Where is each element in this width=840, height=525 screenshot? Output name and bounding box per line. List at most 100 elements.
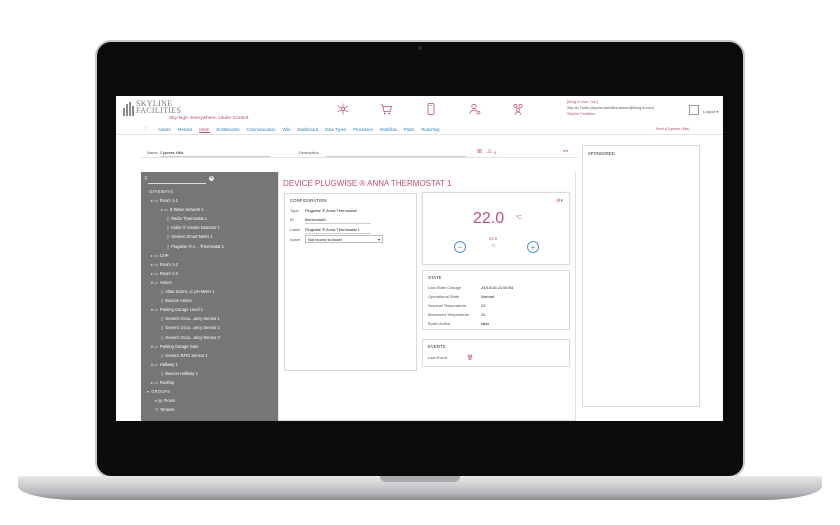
label-input[interactable]: Plugwise ® Anna Thermostat 1 <box>305 227 360 232</box>
tree-node[interactable]: ▯ Radio Thermostat 1 <box>141 214 278 223</box>
tree-node-label: Atrium <box>159 279 172 285</box>
tree-node-label: Beacon Hallway 1 <box>165 370 198 376</box>
nav-item-assets[interactable]: Assets <box>158 127 171 133</box>
device-title: DEVICE PLUGWISE ® ANNA THERMOSTAT 1 <box>283 179 452 188</box>
increase-temperature-button[interactable]: + <box>527 241 539 253</box>
type-label: Type <box>290 208 299 213</box>
main-nav: ◌ Assets Meshes Mesh Entitlements Communicat… <box>116 124 723 135</box>
logo-icon <box>123 102 135 116</box>
nav-item-data-types[interactable]: Data Types <box>325 127 346 133</box>
tree-node[interactable]: ▸ ▭ Room 1-1 <box>141 196 278 205</box>
nav-item-processes[interactable]: Processes <box>353 127 373 133</box>
tree-node[interactable]: ▯ Generic Occu...ancy Sensor 3 <box>141 333 278 342</box>
next-mesh-link[interactable]: Next (Cypress Hills) <box>656 127 690 131</box>
tree-node[interactable]: ▸ ▭ CHP <box>141 251 278 260</box>
tree-node[interactable]: ▸ ▭ Room 1-3 <box>141 269 278 278</box>
tree-node[interactable]: ▯ Plugwise ® A... Thermostat 1 <box>141 242 278 251</box>
logo[interactable]: SKYLINE FACILITIES <box>136 100 181 115</box>
tree-node[interactable]: ▾ ▭ Atrium <box>141 278 278 287</box>
avatar[interactable] <box>689 105 699 115</box>
tree-node[interactable]: ▾ ▭ Hallway 1 <box>141 360 278 369</box>
state-label: Boiler Active <box>428 321 451 326</box>
tree-node-label: Rooftop <box>159 379 175 385</box>
alert-count: 6 <box>494 150 497 155</box>
network-icon[interactable] <box>336 102 350 116</box>
state-box: STATE Last State Change 24/10/16 21:54:54… <box>422 270 570 330</box>
logout-button[interactable]: Logout ▾ <box>703 109 718 114</box>
nav-item-meshes[interactable]: Meshes <box>178 127 193 133</box>
tree-node[interactable]: ▯ Beacon Atrium <box>141 296 278 305</box>
configuration-box: CONFIGURATION Type Plugwise ® Anna Therm… <box>284 193 417 371</box>
tree-node-label: Radio Thermostat 1 <box>171 216 208 222</box>
tree-node[interactable]: ▸ ▤ Floors <box>141 396 278 405</box>
tree-node-label: Generic RFID Sensor 1 <box>165 352 208 358</box>
gear-icon[interactable]: ⚙▾ <box>556 198 563 204</box>
nav-item-communication[interactable]: Communication <box>247 127 276 133</box>
alert-icon[interactable]: ⚠ <box>487 148 492 155</box>
users-icon[interactable] <box>511 102 525 116</box>
sponsored-panel: SPONSORED <box>582 145 700 407</box>
nav-item-dashboard[interactable]: Dashboard <box>298 127 319 133</box>
tree-node-icon: ▯ <box>167 234 170 240</box>
mesh-tree-sidebar: ⊽ + GATEWAYS ▸ ▭ Room 1-1 ▸ ▭ Z-Wave Network… <box>141 172 278 421</box>
events-title: EVENTS <box>428 344 446 349</box>
chat-bubble-icon[interactable]: ◌ <box>144 126 148 132</box>
asset-select-value: Not bound to Asset <box>308 237 342 242</box>
tree-node[interactable]: ▯ Generic RFID Sensor 1 <box>141 351 278 360</box>
user-settings-icon[interactable] <box>468 102 482 116</box>
tree-node-icon: ▾ ▭ <box>151 307 158 313</box>
tree-node[interactable]: ▯ Kidde ® Smoke Detector 1 <box>141 223 278 232</box>
tree-node-icon: ▸ ▤ <box>155 398 162 404</box>
nav-item-entitlements[interactable]: Entitlements <box>217 127 240 133</box>
tree-node[interactable]: ▾ ▭ Parking Garage Gate <box>141 342 278 351</box>
tree-node[interactable]: ▯ Generic Occu...ancy Sensor 1 <box>141 314 278 323</box>
tree-section[interactable]: GATEWAYS <box>141 187 278 196</box>
tree-node-label: GATEWAYS <box>149 189 174 194</box>
user-name[interactable]: Sky du Troits (skyline-facilities-admin@… <box>567 106 654 110</box>
link-icon[interactable]: ⚯ <box>563 148 568 155</box>
nav-item-workflow[interactable]: Workflow <box>380 127 397 133</box>
tree-node-label: Generic Occu...ancy Sensor 1 <box>165 316 220 322</box>
tree-node-label: Hallway 1 <box>159 361 178 367</box>
tree-node[interactable]: ▸ ▭ Rooftop <box>141 378 278 387</box>
state-label: Nominal Temperature <box>428 303 467 308</box>
label-label: Label <box>290 227 300 232</box>
tree-node-icon: ▾ ▭ <box>151 279 158 285</box>
description-input[interactable] <box>326 156 466 157</box>
decrease-temperature-button[interactable]: − <box>454 241 466 253</box>
tree-node[interactable]: ▯ Beacon Hallway 1 <box>141 369 278 378</box>
hierarchy-icon[interactable]: ⊞ <box>477 148 482 155</box>
nav-item-wiki[interactable]: Wiki <box>283 127 291 133</box>
asset-select[interactable]: Not bound to Asset ▾ <box>305 235 383 243</box>
nav-item-reporting[interactable]: Reporting <box>421 127 439 133</box>
add-node-button[interactable]: + <box>209 176 214 181</box>
tree-node-label: Generic Occu...ancy Sensor 3 <box>165 334 220 340</box>
app-header: SKYLINE FACILITIES Sky-high. Everywhere.… <box>116 96 723 124</box>
device-icon[interactable] <box>424 102 438 116</box>
current-temperature: 22.0 <box>473 210 505 227</box>
tree-node[interactable]: ▯ Generic Smart Meter 1 <box>141 232 278 241</box>
tree-node-icon: ▸ ▭ <box>151 198 158 204</box>
mesh-tree: GATEWAYS ▸ ▭ Room 1-1 ▸ ▭ Z-Wave Network 1 ▯ R… <box>141 187 278 414</box>
tree-node[interactable]: ▾ ▭ Parking Garage Level 1 <box>141 305 278 314</box>
state-title: STATE <box>428 275 442 280</box>
name-input[interactable]: Cypress Hills <box>160 150 183 155</box>
chevron-down-icon: ▾ <box>377 237 380 242</box>
tree-node-icon: ▯ <box>161 298 164 304</box>
filter-icon[interactable]: ⊽ <box>144 176 148 182</box>
nav-item-mesh[interactable]: Mesh <box>199 127 210 133</box>
cart-icon[interactable] <box>379 102 393 116</box>
nav-item-plans[interactable]: Plans <box>404 127 414 133</box>
tree-node[interactable]: ▸ ▭ Room 1-2 <box>141 260 278 269</box>
tree-node[interactable]: ▸ ▭ Z-Wave Network 1 <box>141 205 278 214</box>
temperature-unit: °C <box>516 215 522 221</box>
id-input[interactable]: thermostat1 <box>305 217 326 222</box>
state-value: false <box>481 321 490 326</box>
trash-icon[interactable]: 🗑 <box>467 355 473 361</box>
tree-node[interactable]: ▯ Atlas Scient...ic pH Meter 1 <box>141 287 278 296</box>
id-underline <box>305 222 371 223</box>
tree-section[interactable]: ▾ GROUPS <box>141 387 278 396</box>
tree-node[interactable]: ▽ Tenants <box>141 405 278 414</box>
tree-search-input[interactable] <box>148 178 206 184</box>
tree-node[interactable]: ▯ Generic Occu...ancy Sensor 2 <box>141 323 278 332</box>
